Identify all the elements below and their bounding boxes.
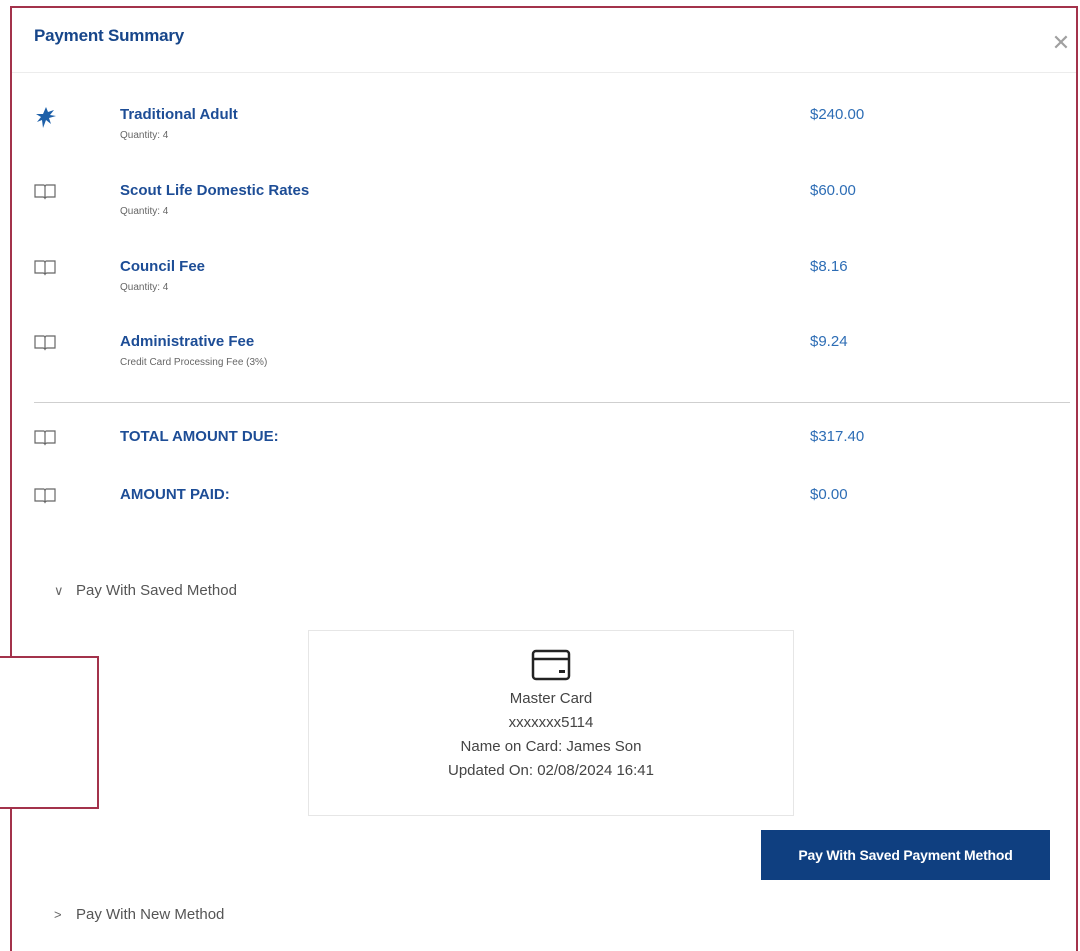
item-description: Credit Card Processing Fee (3%) [120, 357, 268, 368]
item-name: Council Fee [120, 258, 206, 275]
amount-paid-row: AMOUNT PAID: $0.00 [12, 486, 1076, 536]
new-method-label: Pay With New Method [76, 906, 225, 923]
saved-card-option[interactable]: Master Card xxxxxxx5114 Name on Card: Ja… [308, 630, 794, 816]
saved-method-label: Pay With Saved Method [76, 582, 237, 599]
item-quantity: Quantity: 4 [120, 282, 169, 293]
chevron-down-icon: ∨ [54, 583, 64, 598]
book-icon [34, 258, 58, 282]
item-price: $8.16 [810, 258, 848, 275]
amount-paid-label: AMOUNT PAID: [120, 486, 230, 503]
amount-paid-value: $0.00 [810, 486, 848, 503]
item-name: Administrative Fee [120, 333, 255, 350]
total-due-value: $317.40 [810, 428, 865, 445]
card-brand: Master Card [509, 690, 593, 707]
item-name: Scout Life Domestic Rates [120, 182, 310, 199]
payment-summary-modal: Payment Summary ✕ Traditional Adult Quan… [12, 8, 1076, 945]
item-price: $9.24 [810, 333, 848, 350]
divider [34, 402, 1070, 403]
item-name: Traditional Adult [120, 106, 238, 123]
book-icon [34, 182, 58, 206]
pay-with-new-method-toggle[interactable]: > Pay With New Method [54, 906, 224, 923]
pay-with-saved-method-toggle[interactable]: ∨ Pay With Saved Method [54, 582, 237, 599]
item-quantity: Quantity: 4 [120, 206, 169, 217]
item-quantity: Quantity: 4 [120, 130, 169, 141]
scout-emblem-icon [34, 106, 58, 130]
credit-card-icon [531, 649, 571, 681]
annotation-frame-side [0, 656, 99, 809]
card-holder-name: Name on Card: James Son [460, 738, 642, 755]
total-due-label: TOTAL AMOUNT DUE: [120, 428, 279, 445]
close-icon[interactable]: ✕ [1050, 32, 1072, 54]
card-number: xxxxxxx5114 [508, 714, 594, 731]
book-icon [34, 486, 58, 510]
line-item: Scout Life Domestic Rates Quantity: 4 $6… [12, 182, 1076, 232]
book-icon [34, 428, 58, 452]
item-price: $60.00 [810, 182, 856, 199]
modal-header: Payment Summary ✕ [12, 8, 1076, 73]
line-item: Traditional Adult Quantity: 4 $240.00 [12, 106, 1076, 156]
item-price: $240.00 [810, 106, 865, 123]
book-icon [34, 333, 58, 357]
total-due-row: TOTAL AMOUNT DUE: $317.40 [12, 428, 1076, 478]
chevron-right-icon: > [54, 907, 62, 922]
modal-title: Payment Summary [34, 26, 185, 45]
line-item: Council Fee Quantity: 4 $8.16 [12, 258, 1076, 308]
pay-with-saved-payment-method-button[interactable]: Pay With Saved Payment Method [761, 830, 1050, 880]
card-updated-on: Updated On: 02/08/2024 16:41 [447, 762, 654, 779]
line-item: Administrative Fee Credit Card Processin… [12, 333, 1076, 383]
